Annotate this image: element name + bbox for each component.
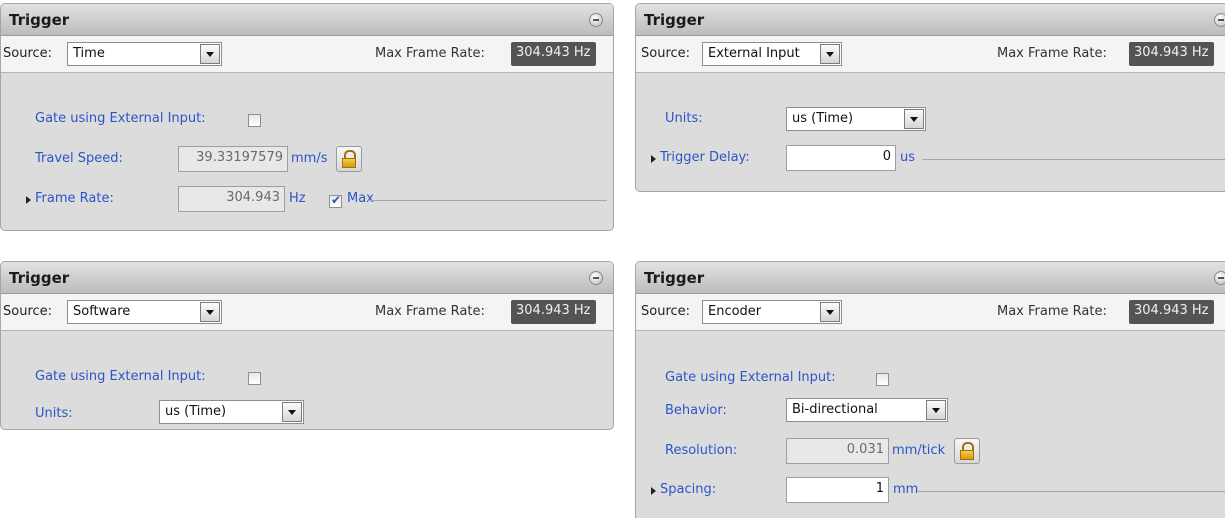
panel-header[interactable]: Trigger <box>636 4 1225 36</box>
source-bar: Source: Software Max Frame Rate: 304.943… <box>1 294 613 331</box>
travel-speed-unit: mm/s <box>291 151 328 166</box>
travel-speed-field: 39.33197579 <box>178 146 288 172</box>
chevron-down-icon[interactable] <box>282 402 302 422</box>
spacing-unit: mm <box>893 482 919 497</box>
triangle-right-icon[interactable] <box>651 487 656 495</box>
source-select[interactable]: Software <box>67 300 222 324</box>
divider-line <box>918 491 1225 492</box>
source-select[interactable]: External Input <box>702 42 842 66</box>
resolution-unit: mm/tick <box>892 443 946 458</box>
max-frame-rate-value: 304.943 Hz <box>511 42 596 66</box>
panel-title: Trigger <box>9 11 70 29</box>
collapse-icon[interactable] <box>589 13 603 27</box>
units-select[interactable]: us (Time) <box>159 400 304 424</box>
resolution-label: Resolution: <box>665 443 738 458</box>
triangle-right-icon[interactable] <box>26 196 31 204</box>
max-frame-rate-label: Max Frame Rate: <box>997 46 1107 61</box>
max-frame-rate-label: Max Frame Rate: <box>375 46 485 61</box>
max-frame-rate-value: 304.943 Hz <box>1129 300 1214 324</box>
source-select-value: Time <box>73 46 105 61</box>
spacing-input[interactable]: 1 <box>786 477 889 503</box>
source-bar: Source: Time Max Frame Rate: 304.943 Hz <box>1 36 613 73</box>
gate-label: Gate using External Input: <box>35 111 206 126</box>
panel-title: Trigger <box>644 269 705 287</box>
padlock-icon[interactable] <box>336 146 362 172</box>
max-frame-rate-label: Max Frame Rate: <box>375 304 485 319</box>
source-select-value: Software <box>73 304 131 319</box>
source-bar: Source: External Input Max Frame Rate: 3… <box>636 36 1225 73</box>
source-select-value: Encoder <box>708 304 762 319</box>
trigger-delay-input[interactable]: 0 <box>786 145 896 171</box>
spacing-label: Spacing: <box>660 482 717 497</box>
trigger-panel-encoder: Trigger Source: Encoder Max Frame Rate: … <box>635 261 1225 518</box>
collapse-icon[interactable] <box>1214 271 1225 285</box>
gate-checkbox[interactable] <box>248 114 261 127</box>
collapse-icon[interactable] <box>1214 13 1225 27</box>
units-label: Units: <box>665 111 703 126</box>
gate-label: Gate using External Input: <box>35 369 206 384</box>
source-label: Source: <box>3 46 53 61</box>
trigger-delay-label: Trigger Delay: <box>660 150 750 165</box>
trigger-panel-external-input: Trigger Source: External Input Max Frame… <box>635 3 1225 192</box>
divider-line <box>367 200 607 201</box>
chevron-down-icon[interactable] <box>820 44 840 64</box>
max-label: Max <box>347 191 374 206</box>
frame-rate-unit: Hz <box>289 191 306 206</box>
units-select-value: us (Time) <box>165 404 227 419</box>
max-frame-rate-value: 304.943 Hz <box>511 300 596 324</box>
units-select-value: us (Time) <box>792 111 854 126</box>
behavior-select[interactable]: Bi-directional <box>786 398 948 422</box>
source-label: Source: <box>641 304 691 319</box>
source-label: Source: <box>641 46 691 61</box>
source-label: Source: <box>3 304 53 319</box>
source-select[interactable]: Time <box>67 42 222 66</box>
resolution-field: 0.031 <box>786 438 889 464</box>
panel-title: Trigger <box>644 11 705 29</box>
units-label: Units: <box>35 406 73 421</box>
panel-title: Trigger <box>9 269 70 287</box>
max-checkbox[interactable] <box>329 193 342 208</box>
trigger-panel-time: Trigger Source: Time Max Frame Rate: 304… <box>0 3 614 231</box>
units-select[interactable]: us (Time) <box>786 107 926 131</box>
divider-line <box>922 159 1225 160</box>
source-select[interactable]: Encoder <box>702 300 842 324</box>
padlock-icon[interactable] <box>954 438 980 464</box>
frame-rate-label: Frame Rate: <box>35 191 114 206</box>
behavior-label: Behavior: <box>665 403 727 418</box>
chevron-down-icon[interactable] <box>820 302 840 322</box>
panel-header[interactable]: Trigger <box>636 262 1225 294</box>
chevron-down-icon[interactable] <box>904 109 924 129</box>
collapse-icon[interactable] <box>589 271 603 285</box>
frame-rate-field: 304.943 <box>178 186 285 212</box>
travel-speed-label: Travel Speed: <box>35 151 123 166</box>
gate-label: Gate using External Input: <box>665 370 836 385</box>
source-bar: Source: Encoder Max Frame Rate: 304.943 … <box>636 294 1225 331</box>
chevron-down-icon[interactable] <box>200 44 220 64</box>
gate-checkbox[interactable] <box>876 373 889 386</box>
gate-checkbox[interactable] <box>248 372 261 385</box>
max-frame-rate-value: 304.943 Hz <box>1129 42 1214 66</box>
trigger-delay-unit: us <box>900 150 916 165</box>
trigger-panel-software: Trigger Source: Software Max Frame Rate:… <box>0 261 614 430</box>
chevron-down-icon[interactable] <box>926 400 946 420</box>
panel-header[interactable]: Trigger <box>1 262 613 294</box>
triangle-right-icon[interactable] <box>651 155 656 163</box>
panel-header[interactable]: Trigger <box>1 4 613 36</box>
max-frame-rate-label: Max Frame Rate: <box>997 304 1107 319</box>
chevron-down-icon[interactable] <box>200 302 220 322</box>
behavior-select-value: Bi-directional <box>792 402 878 417</box>
source-select-value: External Input <box>708 46 800 61</box>
